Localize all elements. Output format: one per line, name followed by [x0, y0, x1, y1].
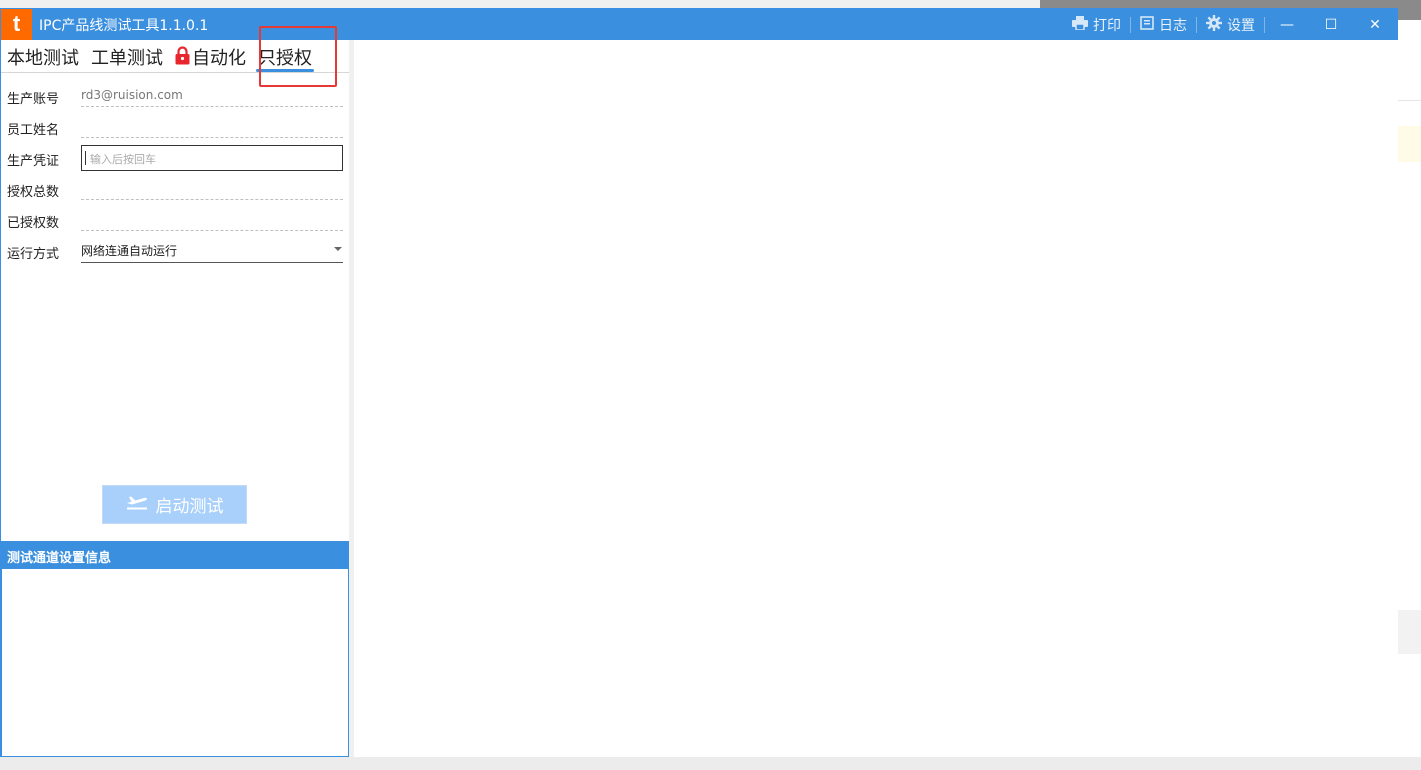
form-row-account: 生产账号 rd3@ruision.com — [1, 80, 349, 111]
form-row-authorized: 已授权数 — [1, 204, 349, 235]
window-title: IPC产品线测试工具1.1.0.1 — [39, 18, 209, 34]
chevron-down-icon — [334, 247, 342, 251]
close-button[interactable]: ✕ — [1353, 9, 1397, 40]
run-mode-label: 运行方式 — [7, 247, 60, 262]
authorized-label: 已授权数 — [7, 216, 60, 231]
authorized-value — [81, 204, 343, 231]
background-block — [1398, 610, 1421, 654]
total-value — [81, 173, 343, 200]
left-panel: 本地测试 工单测试 自动化 只授权 生产账号 rd3@ruision.com 员… — [1, 26, 349, 757]
employee-value — [81, 111, 343, 138]
total-label: 授权总数 — [7, 185, 60, 200]
tab-local-test[interactable]: 本地测试 — [1, 40, 85, 73]
close-icon: ✕ — [1369, 16, 1381, 33]
minimize-icon: — — [1280, 16, 1294, 33]
employee-label: 员工姓名 — [7, 123, 60, 138]
credential-label: 生产凭证 — [7, 154, 60, 169]
account-value: rd3@ruision.com — [81, 80, 343, 107]
form-row-run-mode: 运行方式 网络连通自动运行 — [1, 235, 349, 266]
lock-icon — [175, 44, 190, 70]
title-bar: t IPC产品线测试工具1.1.0.1 打印 日志 设置 — ☐ ✕ — [1, 9, 1397, 40]
channel-settings-title: 测试通道设置信息 — [2, 542, 348, 569]
taskbar-strip — [0, 757, 1421, 770]
run-mode-selected: 网络连通自动运行 — [81, 244, 178, 258]
channel-settings-panel: 测试通道设置信息 — [1, 541, 349, 757]
log-button[interactable]: 日志 — [1131, 9, 1196, 40]
log-label: 日志 — [1159, 17, 1187, 34]
tab-label: 本地测试 — [7, 48, 79, 69]
title-bar-actions: 打印 日志 设置 — ☐ ✕ — [1063, 9, 1397, 40]
start-test-button[interactable]: 启动测试 — [102, 485, 247, 524]
gear-icon — [1206, 14, 1222, 35]
highlight-annotation — [259, 26, 337, 87]
settings-label: 设置 — [1227, 17, 1255, 34]
run-mode-select[interactable]: 网络连通自动运行 — [81, 235, 343, 263]
maximize-icon: ☐ — [1324, 16, 1338, 33]
text-caret — [85, 151, 86, 165]
print-button[interactable]: 打印 — [1063, 9, 1130, 40]
tab-automation[interactable]: 自动化 — [169, 40, 252, 73]
app-window: t IPC产品线测试工具1.1.0.1 打印 日志 设置 — ☐ ✕ 本地测试 … — [0, 8, 1398, 757]
settings-button[interactable]: 设置 — [1197, 9, 1264, 40]
background-notice — [1398, 126, 1421, 162]
background-divider — [1398, 100, 1421, 101]
form-row-credential: 生产凭证 输入后按回车 — [1, 142, 349, 173]
minimize-button[interactable]: — — [1265, 9, 1309, 40]
main-content-area — [354, 40, 1398, 757]
tab-work-order-test[interactable]: 工单测试 — [85, 40, 169, 73]
auth-form: 生产账号 rd3@ruision.com 员工姓名 生产凭证 输入后按回车 授权… — [1, 80, 349, 266]
printer-icon — [1072, 15, 1088, 34]
credential-placeholder: 输入后按回车 — [90, 153, 156, 166]
tab-label: 自动化 — [192, 48, 246, 69]
account-label: 生产账号 — [7, 92, 60, 107]
app-logo: t — [1, 9, 32, 40]
document-icon — [1140, 15, 1154, 34]
start-test-label: 启动测试 — [155, 497, 224, 517]
form-row-employee: 员工姓名 — [1, 111, 349, 142]
airplane-icon — [126, 494, 148, 515]
credential-input[interactable]: 输入后按回车 — [81, 145, 343, 171]
tab-label: 工单测试 — [91, 48, 163, 69]
print-label: 打印 — [1093, 17, 1121, 34]
maximize-button[interactable]: ☐ — [1309, 9, 1353, 40]
form-row-total: 授权总数 — [1, 173, 349, 204]
